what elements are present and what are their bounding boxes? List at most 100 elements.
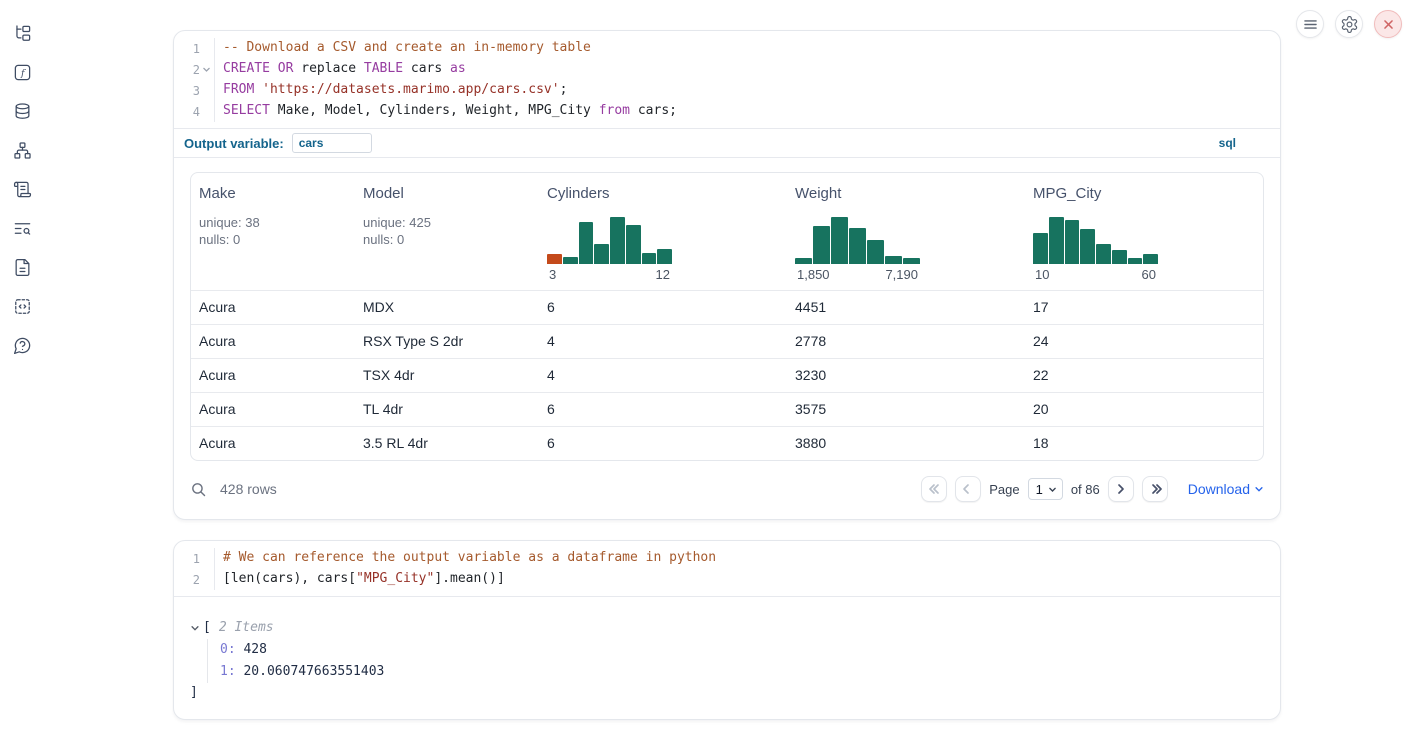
function-icon[interactable]: f: [11, 61, 33, 83]
column-histogram[interactable]: [795, 217, 920, 264]
histogram-bar: [642, 253, 657, 264]
histogram-axis: 1060: [1033, 267, 1158, 282]
gear-button[interactable]: [1335, 10, 1363, 38]
column-title: MPG_City: [1033, 185, 1255, 202]
table-cell: Acura: [191, 427, 355, 460]
table-cell: RSX Type S 2dr: [355, 325, 539, 358]
table-cell: 22: [1025, 359, 1263, 392]
scratchpad-icon[interactable]: [11, 178, 33, 200]
table-cell: 17: [1025, 291, 1263, 324]
table-row[interactable]: AcuraTSX 4dr4323022: [191, 358, 1263, 392]
search-icon[interactable]: [190, 481, 207, 498]
histogram-bar: [610, 217, 625, 264]
column-title: Model: [363, 185, 531, 202]
last-page-button[interactable]: [1142, 476, 1168, 502]
histogram-bar: [849, 228, 866, 264]
first-page-button[interactable]: [921, 476, 947, 502]
histogram-bar: [1033, 233, 1048, 264]
fold-chevron-icon[interactable]: [200, 59, 212, 80]
table-row[interactable]: AcuraMDX6445117: [191, 290, 1263, 324]
table-row[interactable]: AcuraTL 4dr6357520: [191, 392, 1263, 426]
table-row[interactable]: AcuraRSX Type S 2dr4277824: [191, 324, 1263, 358]
table-cell: 3575: [787, 393, 1025, 426]
dependency-graph-icon[interactable]: [11, 139, 33, 161]
output-variable-input[interactable]: [292, 133, 372, 153]
items-count: 2 Items: [219, 617, 274, 639]
next-page-button[interactable]: [1108, 476, 1134, 502]
histogram-bar: [579, 222, 594, 264]
table-cell: Acura: [191, 359, 355, 392]
notebook-area: 1 -- Download a CSV and create an in-memo…: [173, 30, 1281, 720]
histogram-bar: [1112, 250, 1127, 264]
snippets-icon[interactable]: [11, 295, 33, 317]
python-cell: 1# We can reference the output variable …: [173, 540, 1281, 720]
list-output: [ 2 Items 0: 4281: 20.060747663551403 ]: [174, 597, 1280, 719]
line-number: 1: [174, 548, 200, 569]
column-title: Cylinders: [547, 185, 779, 202]
page-select-value: 1: [1036, 482, 1043, 497]
table-cell: 6: [539, 393, 787, 426]
histogram-bar: [903, 258, 920, 264]
file-tree-icon[interactable]: [11, 22, 33, 44]
python-code-editor[interactable]: 1# We can reference the output variable …: [174, 541, 1280, 596]
code-line: 2[len(cars), cars["MPG_City"].mean()]: [174, 569, 1280, 590]
chevron-down-icon: [1254, 484, 1264, 494]
table-cell: Acura: [191, 325, 355, 358]
download-button[interactable]: Download: [1188, 481, 1264, 497]
column-histogram[interactable]: [1033, 217, 1158, 264]
column-header-model[interactable]: Modelunique: 425nulls: 0: [355, 173, 539, 290]
previous-page-button[interactable]: [955, 476, 981, 502]
histogram-axis: 312: [547, 267, 672, 282]
close-button[interactable]: [1374, 10, 1402, 38]
histogram-bar: [1049, 217, 1064, 264]
column-header-cylinders[interactable]: Cylinders 312: [539, 173, 787, 290]
sql-code-editor[interactable]: 1-- Download a CSV and create an in-memo…: [174, 31, 1280, 128]
line-number: 3: [174, 80, 200, 101]
help-icon[interactable]: [11, 334, 33, 356]
code-text: CREATE OR replace TABLE cars as: [214, 59, 1280, 80]
code-line: 3 FROM 'https://datasets.marimo.app/cars.…: [174, 80, 1280, 101]
page-select[interactable]: 1: [1028, 478, 1063, 500]
code-line: 2CREATE OR replace TABLE cars as: [174, 59, 1280, 80]
code-text: FROM 'https://datasets.marimo.app/cars.c…: [214, 80, 1280, 101]
row-count: 428 rows: [220, 481, 277, 497]
histogram-bar: [1128, 258, 1143, 264]
table-row[interactable]: Acura3.5 RL 4dr6388018: [191, 426, 1263, 460]
histogram-bar: [1065, 220, 1080, 264]
code-text: SELECT Make, Model, Cylinders, Weight, M…: [214, 101, 1280, 122]
table-cell: 6: [539, 291, 787, 324]
list-item: 1: 20.060747663551403: [220, 661, 1264, 683]
histogram-bar: [867, 240, 884, 264]
logs-icon[interactable]: [11, 217, 33, 239]
histogram-bar: [594, 244, 609, 264]
fold-gutter: [200, 548, 212, 569]
table-cell: TSX 4dr: [355, 359, 539, 392]
code-text: [len(cars), cars["MPG_City"].mean()]: [214, 569, 1280, 590]
column-header-mpg_city[interactable]: MPG_City 1060: [1025, 173, 1263, 290]
histogram-bar: [831, 217, 848, 264]
table-cell: 4451: [787, 291, 1025, 324]
fold-gutter: [200, 80, 212, 101]
documentation-icon[interactable]: [11, 256, 33, 278]
table-cell: 4: [539, 359, 787, 392]
column-histogram[interactable]: [547, 217, 672, 264]
column-header-weight[interactable]: Weight1,8507,190: [787, 173, 1025, 290]
fold-gutter: [200, 101, 212, 122]
table-header-row: Makeunique: 38nulls: 0Modelunique: 425nu…: [191, 173, 1263, 290]
language-badge: sql: [1219, 136, 1236, 150]
collapse-chevron-icon[interactable]: [190, 623, 200, 633]
code-text: -- Download a CSV and create an in-memor…: [214, 38, 1280, 59]
item-value: 20.060747663551403: [236, 664, 385, 679]
table-cell: 3230: [787, 359, 1025, 392]
item-value: 428: [236, 642, 267, 657]
table-cell: 4: [539, 325, 787, 358]
menu-button[interactable]: [1296, 10, 1324, 38]
column-header-make[interactable]: Makeunique: 38nulls: 0: [191, 173, 355, 290]
histogram-bar: [547, 254, 562, 264]
histogram-bar: [1143, 254, 1158, 264]
database-icon[interactable]: [11, 100, 33, 122]
sidebar: f: [0, 0, 44, 729]
sql-cell: 1 -- Download a CSV and create an in-memo…: [173, 30, 1281, 520]
svg-text:f: f: [19, 68, 25, 79]
histogram-bar: [795, 258, 812, 264]
